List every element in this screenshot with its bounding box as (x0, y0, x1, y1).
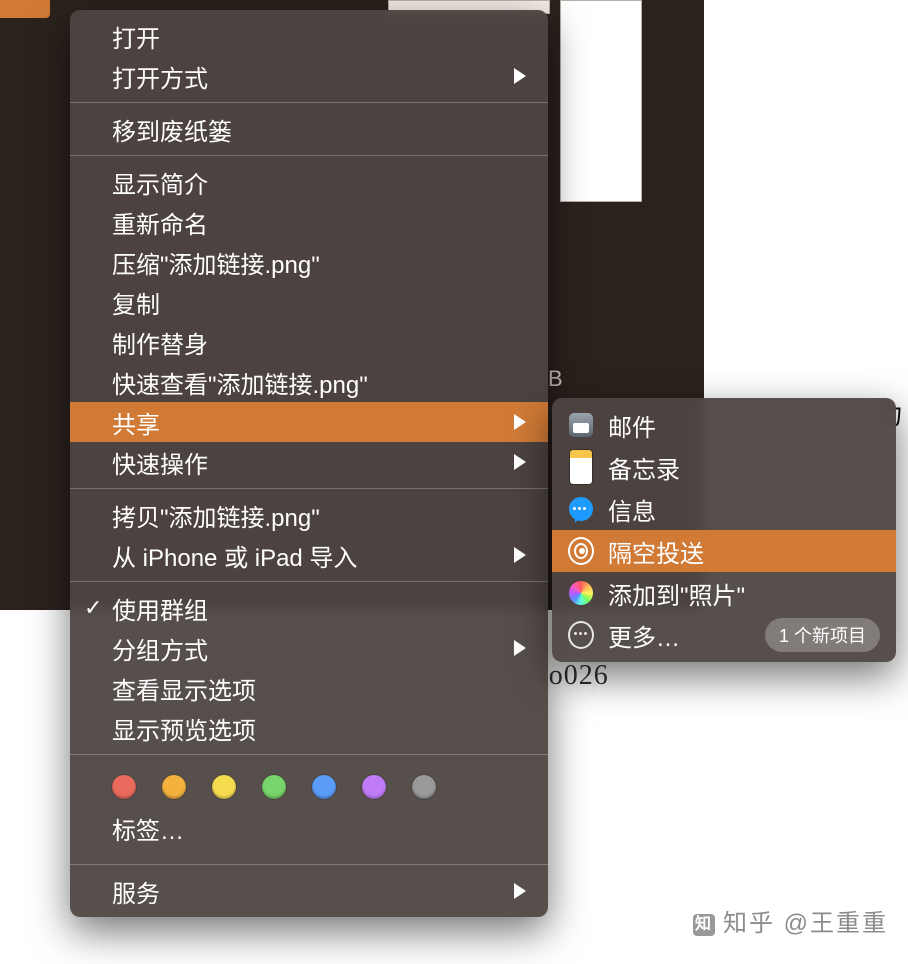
menu-preview-options-label: 显示预览选项 (112, 711, 256, 746)
menu-quick-actions-label: 快速操作 (112, 445, 208, 480)
menu-share-label: 共享 (112, 405, 160, 440)
menu-rename-label: 重新命名 (112, 205, 208, 240)
menu-copy[interactable]: 拷贝"添加链接.png" (70, 495, 548, 535)
menu-separator (70, 864, 548, 865)
notes-icon (568, 454, 594, 480)
menu-view-options-label: 查看显示选项 (112, 671, 256, 706)
finder-tag-dot[interactable] (412, 775, 436, 799)
menu-alias[interactable]: 制作替身 (70, 322, 548, 362)
menu-services-label: 服务 (112, 874, 160, 909)
menu-open[interactable]: 打开 (70, 16, 548, 56)
share-more[interactable]: 更多… 1 个新项目 (552, 614, 896, 656)
chevron-right-icon (514, 547, 526, 563)
menu-import-label: 从 iPhone 或 iPad 导入 (112, 538, 357, 573)
chevron-right-icon (514, 454, 526, 470)
menu-use-groups-label: 使用群组 (112, 591, 208, 626)
menu-tags-label: 标签… (112, 818, 184, 845)
menu-trash-label: 移到废纸篓 (112, 112, 232, 147)
menu-separator (70, 488, 548, 489)
menu-get-info-label: 显示简介 (112, 165, 208, 200)
menu-services[interactable]: 服务 (70, 871, 548, 911)
menu-preview-options[interactable]: 显示预览选项 (70, 708, 548, 748)
menu-copy-label: 拷贝"添加链接.png" (112, 498, 320, 533)
share-mail[interactable]: 邮件 (552, 404, 896, 446)
selected-thumbnail (0, 0, 50, 18)
watermark-text: 知乎 @王重重 (723, 910, 888, 937)
photos-icon (568, 580, 594, 606)
menu-group-by[interactable]: 分组方式 (70, 628, 548, 668)
share-submenu: 邮件 备忘录 信息 隔空投送 添加到"照片" 更多… 1 个新项目 (552, 398, 896, 662)
finder-tags-row (70, 761, 548, 805)
share-messages-label: 信息 (608, 492, 656, 527)
watermark: 知知乎 @王重重 (693, 903, 888, 938)
menu-tags[interactable]: 标签… (70, 805, 548, 858)
menu-use-groups[interactable]: ✓ 使用群组 (70, 588, 548, 628)
background-text-io: io026 (540, 660, 609, 692)
finder-tag-dot[interactable] (362, 775, 386, 799)
menu-duplicate-label: 复制 (112, 285, 160, 320)
share-airdrop[interactable]: 隔空投送 (552, 530, 896, 572)
menu-duplicate[interactable]: 复制 (70, 282, 548, 322)
finder-tag-dot[interactable] (312, 775, 336, 799)
menu-quicklook-label: 快速查看"添加链接.png" (112, 365, 368, 400)
share-airdrop-label: 隔空投送 (608, 534, 704, 569)
menu-separator (70, 581, 548, 582)
menu-rename[interactable]: 重新命名 (70, 202, 548, 242)
share-messages[interactable]: 信息 (552, 488, 896, 530)
menu-compress[interactable]: 压缩"添加链接.png" (70, 242, 548, 282)
share-notes-label: 备忘录 (608, 450, 680, 485)
context-menu: 打开 打开方式 移到废纸篓 显示简介 重新命名 压缩"添加链接.png" 复制 … (70, 10, 548, 917)
menu-share[interactable]: 共享 (70, 402, 548, 442)
menu-quick-actions[interactable]: 快速操作 (70, 442, 548, 482)
share-mail-label: 邮件 (608, 408, 656, 443)
airdrop-icon (568, 538, 594, 564)
finder-tag-dot[interactable] (162, 775, 186, 799)
mail-icon (568, 412, 594, 438)
checkmark-icon: ✓ (84, 595, 102, 621)
menu-open-with-label: 打开方式 (112, 59, 208, 94)
share-photos-label: 添加到"照片" (608, 576, 745, 611)
chevron-right-icon (514, 883, 526, 899)
share-notes[interactable]: 备忘录 (552, 446, 896, 488)
menu-compress-label: 压缩"添加链接.png" (112, 245, 320, 280)
menu-open-with[interactable]: 打开方式 (70, 56, 548, 96)
share-photos[interactable]: 添加到"照片" (552, 572, 896, 614)
chevron-right-icon (514, 68, 526, 84)
menu-alias-label: 制作替身 (112, 325, 208, 360)
thumbnail-file (560, 0, 642, 202)
messages-icon (568, 496, 594, 522)
chevron-right-icon (514, 414, 526, 430)
menu-separator (70, 155, 548, 156)
finder-tag-dot[interactable] (212, 775, 236, 799)
menu-view-options[interactable]: 查看显示选项 (70, 668, 548, 708)
menu-import[interactable]: 从 iPhone 或 iPad 导入 (70, 535, 548, 575)
menu-get-info[interactable]: 显示简介 (70, 162, 548, 202)
menu-separator (70, 754, 548, 755)
new-items-badge: 1 个新项目 (765, 618, 880, 652)
zhihu-logo-icon: 知 (693, 914, 715, 936)
menu-open-label: 打开 (112, 19, 160, 54)
menu-group-by-label: 分组方式 (112, 631, 208, 666)
menu-separator (70, 102, 548, 103)
finder-tag-dot[interactable] (112, 775, 136, 799)
menu-trash[interactable]: 移到废纸篓 (70, 109, 548, 149)
finder-tag-dot[interactable] (262, 775, 286, 799)
share-more-label: 更多… (608, 618, 680, 653)
size-label: B (548, 366, 563, 392)
menu-quicklook[interactable]: 快速查看"添加链接.png" (70, 362, 548, 402)
more-icon (568, 622, 594, 648)
chevron-right-icon (514, 640, 526, 656)
